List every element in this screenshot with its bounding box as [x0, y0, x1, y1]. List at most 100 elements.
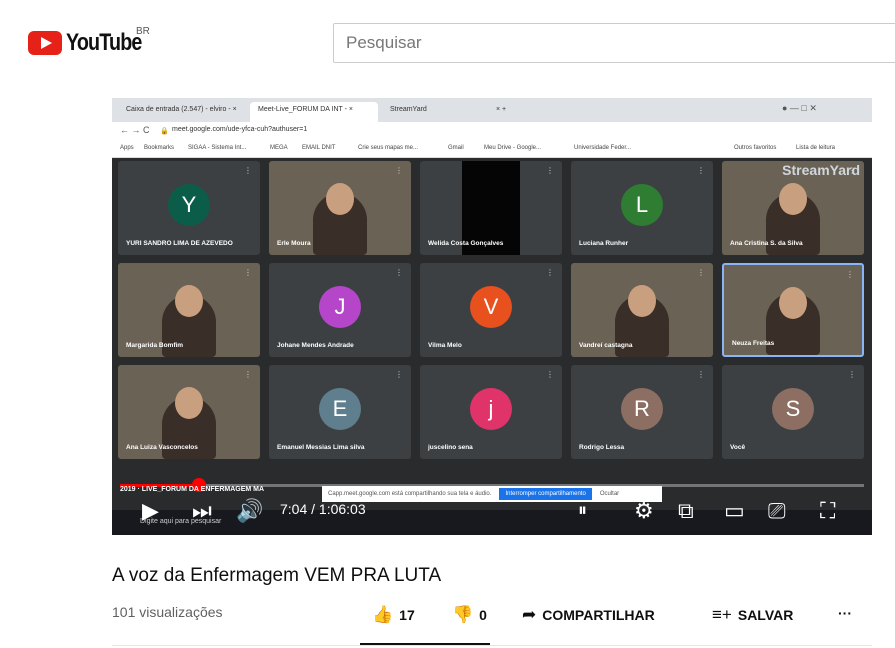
- like-button[interactable]: 👍 17: [372, 605, 415, 625]
- mic-muted-icon: ⋮: [395, 370, 403, 379]
- participant-avatar: j: [470, 388, 512, 430]
- bookmark-item: Apps: [120, 145, 134, 151]
- mic-muted-icon: ⋮: [846, 270, 854, 279]
- participant-tile: ⋮ Margarida Bomfim: [118, 263, 260, 357]
- participant-name: Luciana Runher: [579, 240, 629, 247]
- participant-tile: S ⋮ Você: [722, 365, 864, 459]
- youtube-play-icon: [28, 31, 62, 55]
- country-code: BR: [136, 26, 150, 37]
- miniplayer-icon[interactable]: ⧉: [678, 498, 694, 524]
- cast-icon[interactable]: ⎚: [768, 498, 786, 524]
- participant-name: Rodrigo Lessa: [579, 444, 625, 451]
- thumbs-down-icon: 👎: [452, 605, 474, 624]
- logo-text: YouTube: [66, 29, 142, 56]
- window-controls-icon: ● — □ ✕: [782, 103, 817, 113]
- participant-tile: j ⋮ juscelino sena: [420, 365, 562, 459]
- participant-tile: Y ⋮ YURI SANDRO LIMA DE AZEVEDO: [118, 161, 260, 255]
- video-player[interactable]: Caixa de entrada (2.547) - elviro - × Me…: [112, 98, 872, 535]
- browser-tab-strip: Caixa de entrada (2.547) - elviro - × Me…: [112, 98, 872, 122]
- participant-name: Emanuel Messias Lima silva: [277, 444, 365, 451]
- mic-muted-icon: ⋮: [546, 166, 554, 175]
- volume-icon[interactable]: 🔊: [236, 498, 263, 524]
- url-text: meet.google.com/ude-yfca-cuh?authuser=1: [172, 126, 308, 133]
- participant-video-head: [326, 183, 354, 215]
- fullscreen-icon[interactable]: ⛶: [820, 498, 835, 524]
- meet-participant-grid: Y ⋮ YURI SANDRO LIMA DE AZEVEDO ⋮ Erle Moura…: [112, 161, 872, 501]
- participant-tile: ⋮ Vandreí castagna: [571, 263, 713, 357]
- search-input[interactable]: Pesquisar: [333, 23, 895, 63]
- bookmark-item: Outros favoritos: [734, 145, 777, 151]
- participant-tile: L ⋮ Luciana Runher: [571, 161, 713, 255]
- share-banner-hide: Ocultar: [599, 491, 620, 497]
- participant-tile: R ⋮ Rodrigo Lessa: [571, 365, 713, 459]
- participant-tile: ⋮ Neuza Freitas: [722, 263, 864, 357]
- participant-name: Ana Luiza Vasconcelos: [126, 444, 198, 451]
- participant-name: Vilma Melo: [428, 342, 462, 349]
- share-label: COMPARTILHAR: [542, 607, 655, 623]
- lock-icon: 🔒: [160, 128, 169, 135]
- stop-sharing-button: Interromper compartilhamento: [499, 488, 592, 500]
- play-icon[interactable]: ▶: [142, 498, 159, 524]
- mic-muted-icon: ⋮: [848, 370, 856, 379]
- participant-avatar: S: [772, 388, 814, 430]
- dislike-button[interactable]: 👎 0: [452, 605, 487, 625]
- overlay-video-title: 2019 · LIVE_FORUM DA ENFERMAGEM MA: [120, 486, 265, 493]
- mic-muted-icon: ⋮: [546, 370, 554, 379]
- save-button[interactable]: ≡+ SALVAR: [712, 605, 793, 625]
- streamyard-watermark: StreamYard: [782, 162, 860, 178]
- more-actions-button[interactable]: ···: [838, 605, 852, 621]
- participant-name: Ana Cristina S. da Silva: [730, 240, 803, 247]
- next-icon[interactable]: ⏭: [192, 498, 212, 524]
- participant-name: Margarida Bomfim: [126, 342, 184, 349]
- thumbs-up-icon: 👍: [372, 605, 394, 624]
- mic-muted-icon: ⋮: [244, 166, 252, 175]
- participant-name: Você: [730, 444, 746, 451]
- participant-name: Johane Mendes Andrade: [277, 342, 354, 349]
- like-count: 17: [399, 607, 415, 623]
- back-forward-reload-icon: ← → C: [120, 125, 150, 135]
- view-count: 101 visualizações: [112, 604, 223, 620]
- mic-muted-icon: ⋮: [697, 370, 705, 379]
- bookmark-item: SIGAA - Sistema Int...: [188, 145, 247, 151]
- bookmark-item: Bookmarks: [144, 145, 175, 151]
- share-arrow-icon: ➦: [522, 605, 537, 624]
- mic-muted-icon: ⋮: [697, 268, 705, 277]
- more-icon: ···: [838, 605, 852, 621]
- browser-tab-meet: Meet-Live_FORUM DA INT - ×: [250, 102, 378, 122]
- mic-muted-icon: ⋮: [395, 268, 403, 277]
- participant-video-head: [175, 387, 203, 419]
- browser-tab-new: × +: [496, 106, 507, 113]
- browser-tab-gmail: Caixa de entrada (2.547) - elviro - ×: [126, 106, 237, 113]
- theater-mode-icon[interactable]: ▭: [724, 498, 745, 524]
- participant-name: Welida Costa Gonçalves: [428, 240, 504, 247]
- bookmark-item: Lista de leitura: [796, 145, 836, 151]
- participant-avatar: J: [319, 286, 361, 328]
- participant-tile: V ⋮ Vilma Melo: [420, 263, 562, 357]
- save-label: SALVAR: [737, 607, 794, 623]
- participant-video-head: [628, 285, 656, 317]
- participant-tile: ⋮ Erle Moura: [269, 161, 411, 255]
- settings-gear-icon[interactable]: ⚙: [634, 498, 654, 524]
- participant-video-head: [175, 285, 203, 317]
- participant-tile: E ⋮ Emanuel Messias Lima silva: [269, 365, 411, 459]
- browser-tab-streamyard: StreamYard: [390, 106, 427, 113]
- bookmark-item: Gmail: [448, 145, 464, 151]
- participant-tile: ⋮ Ana Luiza Vasconcelos: [118, 365, 260, 459]
- mic-muted-icon: ⋮: [244, 268, 252, 277]
- participant-tile: ⋮ Welida Costa Gonçalves: [420, 161, 562, 255]
- autoplay-toggle-icon[interactable]: ⏸: [578, 500, 587, 521]
- participant-avatar: Y: [168, 184, 210, 226]
- participant-tile: J ⋮ Johane Mendes Andrade: [269, 263, 411, 357]
- participant-video-head: [779, 183, 807, 215]
- participant-name: juscelino sena: [428, 444, 473, 451]
- bookmark-item: Universidade Feder...: [574, 145, 632, 151]
- participant-video-head: [779, 287, 807, 319]
- share-button[interactable]: ➦ COMPARTILHAR: [522, 605, 655, 625]
- participant-avatar: L: [621, 184, 663, 226]
- mic-muted-icon: ⋮: [395, 166, 403, 175]
- playlist-add-icon: ≡+: [712, 605, 732, 624]
- search-placeholder: Pesquisar: [346, 33, 422, 52]
- divider: [112, 645, 872, 646]
- bookmark-item: EMAIL DNIT: [302, 145, 336, 151]
- bookmark-item: Meu Drive - Google...: [484, 145, 542, 151]
